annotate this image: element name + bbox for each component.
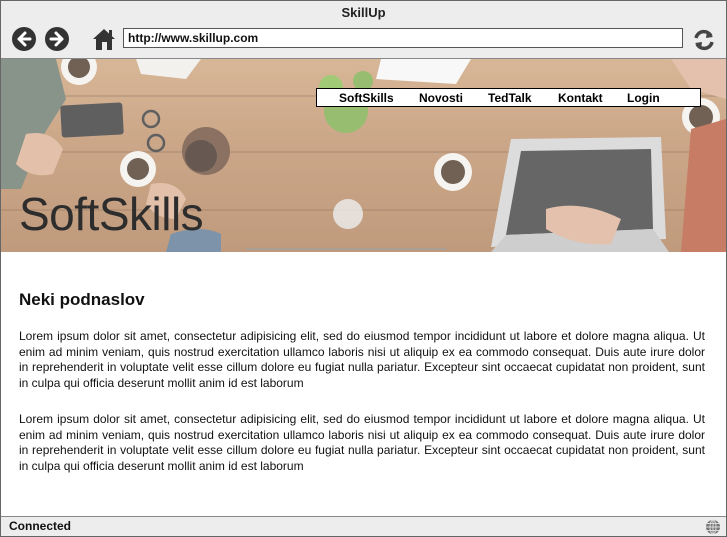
window-title: SkillUp (1, 1, 726, 25)
browser-toolbar (1, 25, 726, 59)
back-button[interactable] (12, 27, 36, 51)
nav-link-kontakt[interactable]: Kontakt (558, 90, 603, 106)
status-bar: Connected (1, 516, 726, 536)
site-navbar: SoftSkills Novosti TedTalk Kontakt Login (316, 88, 701, 107)
globe-icon (706, 519, 720, 535)
home-icon (93, 29, 115, 50)
home-button[interactable] (91, 26, 117, 52)
nav-link-softskills[interactable]: SoftSkills (339, 90, 394, 106)
hero-banner: SoftSkills Novosti TedTalk Kontakt Login… (1, 59, 726, 252)
hero-title: SoftSkills (19, 188, 204, 240)
reload-icon (694, 29, 714, 51)
paragraph: Lorem ipsum dolor sit amet, consectetur … (19, 412, 705, 473)
status-text: Connected (9, 519, 72, 533)
browser-window: SkillUp http://www.skillup.com SoftSkill… (0, 0, 727, 537)
arrow-right-icon (49, 31, 64, 47)
paragraph: Lorem ipsum dolor sit amet, consectetur … (19, 329, 705, 390)
nav-link-tedtalk[interactable]: TedTalk (488, 90, 532, 106)
nav-link-novosti[interactable]: Novosti (419, 90, 463, 106)
reload-button[interactable] (691, 27, 717, 53)
url-input[interactable] (123, 28, 683, 48)
nav-link-login[interactable]: Login (627, 90, 660, 106)
section-subheading: Neki podnaslov (19, 290, 145, 309)
main-content: Neki podnaslov Lorem ipsum dolor sit ame… (1, 252, 726, 516)
forward-button[interactable] (45, 27, 69, 51)
arrow-left-icon (17, 31, 32, 47)
